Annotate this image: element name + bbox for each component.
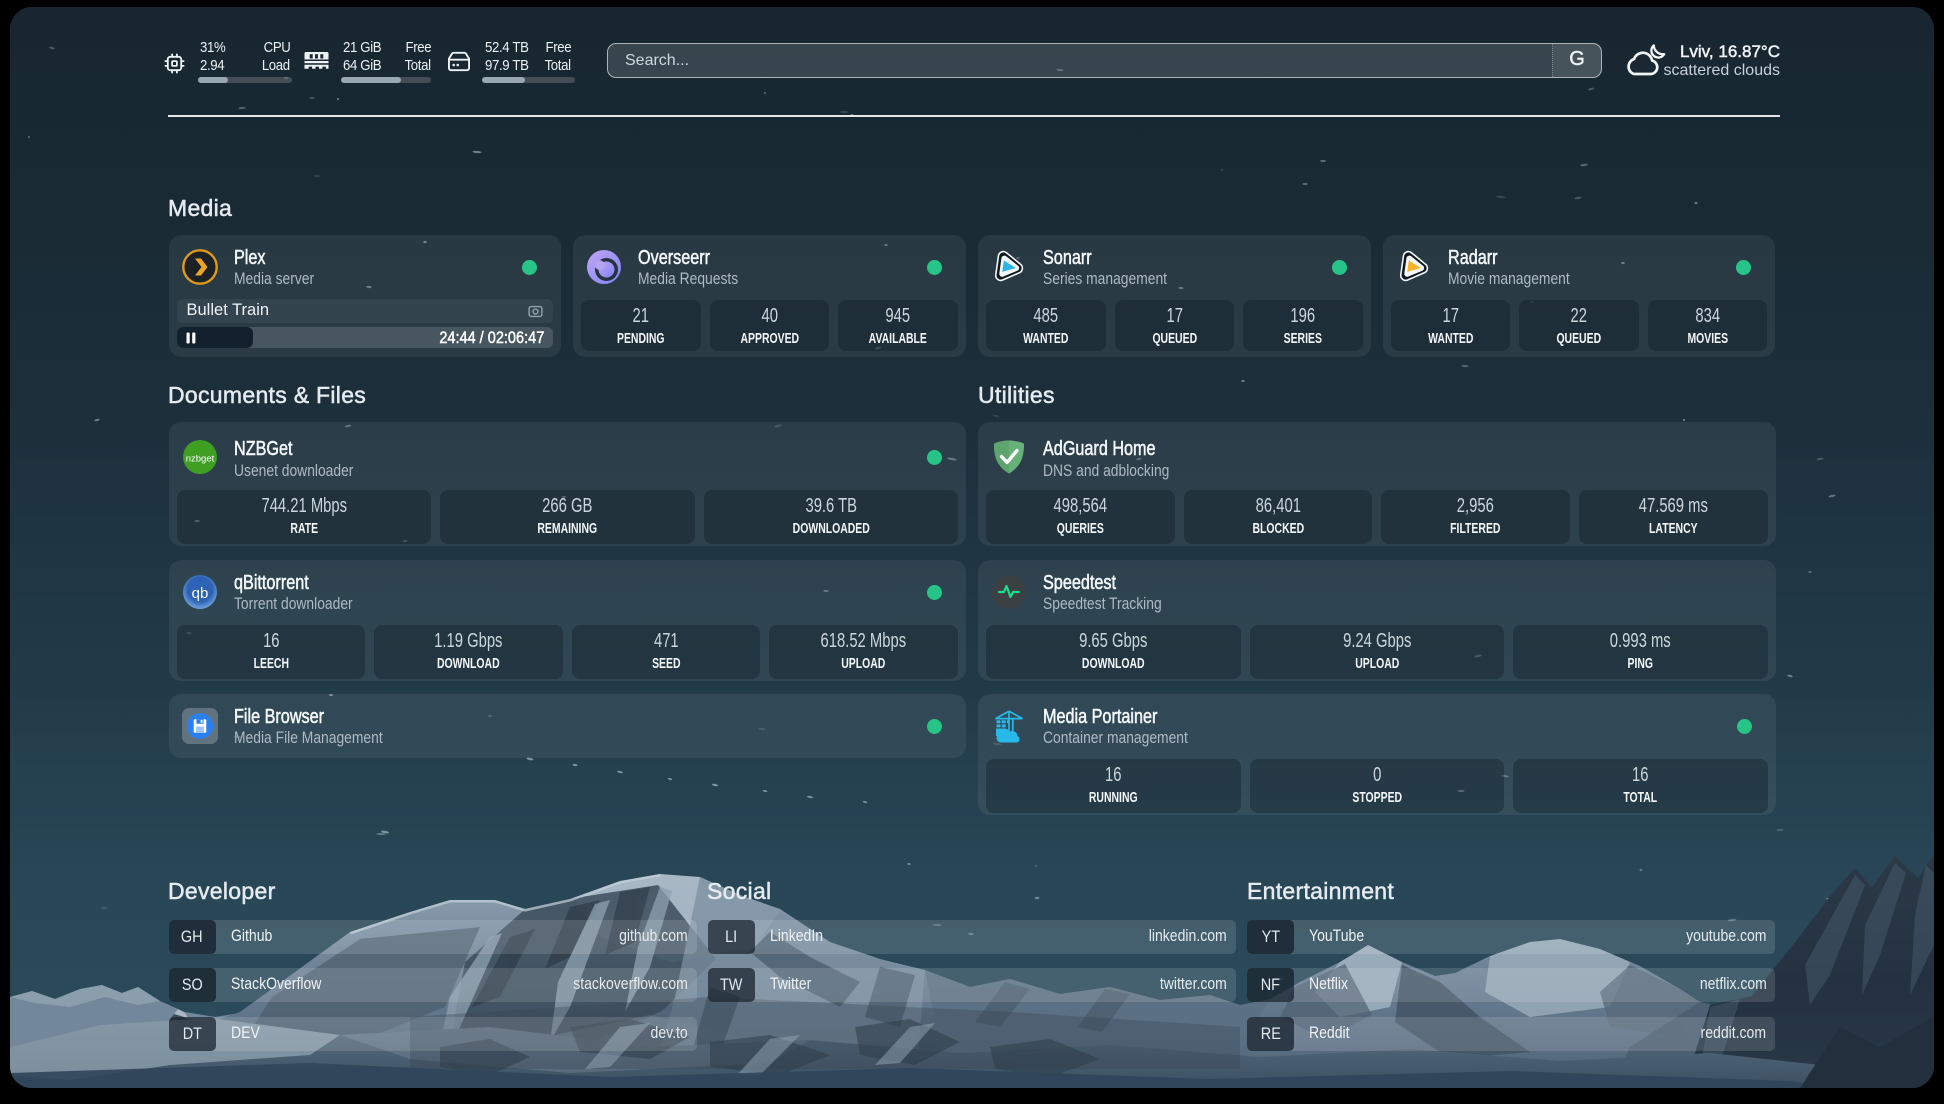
- svg-text:nzbget: nzbget: [185, 454, 214, 465]
- svg-text:qb: qb: [191, 585, 208, 602]
